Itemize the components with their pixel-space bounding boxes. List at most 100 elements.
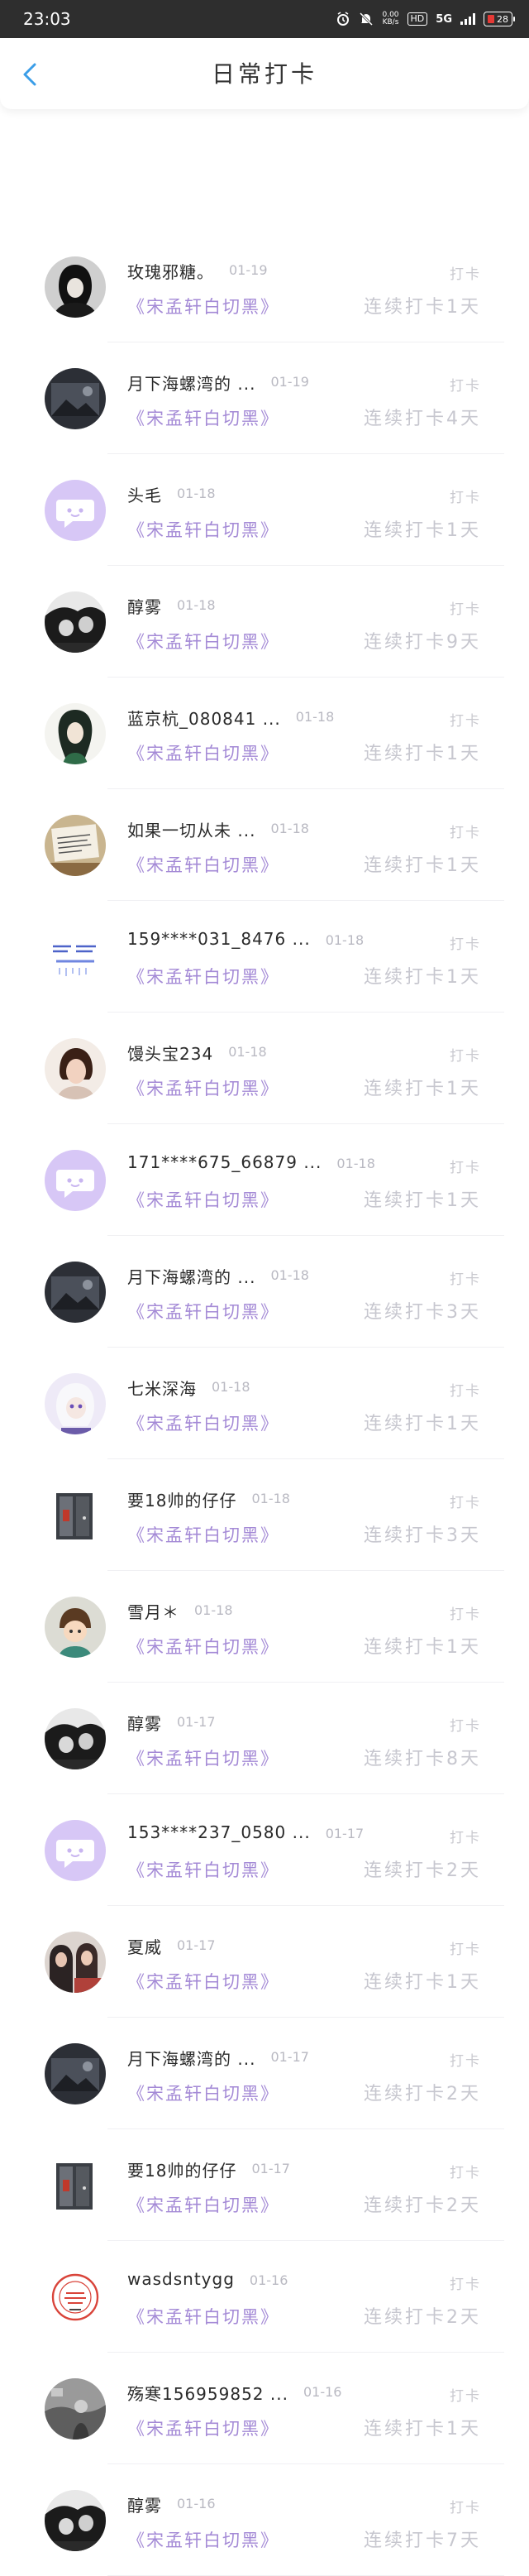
checkin-type: 打卡: [450, 2053, 481, 2070]
streak-count: 连续打卡9天: [364, 632, 481, 653]
user-name: 要18帅的仔仔: [127, 2161, 237, 2181]
checkin-type: 打卡: [450, 490, 481, 506]
checkin-row[interactable]: 171****675_66879 ... 01-18 打卡 《宋孟轩白切黑》 连续打卡1…: [0, 1124, 529, 1236]
streak-count: 连续打卡1天: [364, 855, 481, 876]
streak-count: 连续打卡2天: [364, 2307, 481, 2328]
user-name: 月下海螺湾的 ...: [127, 2049, 256, 2069]
checkin-row[interactable]: 月下海螺湾的 ... 01-17 打卡 《宋孟轩白切黑》 连续打卡2天: [0, 2018, 529, 2129]
book-title-link[interactable]: 《宋孟轩白切黑》: [127, 1745, 279, 1770]
streak-count: 连续打卡1天: [364, 1414, 481, 1434]
user-name: 夏威: [127, 1937, 162, 1957]
book-title-link[interactable]: 《宋孟轩白切黑》: [127, 1299, 279, 1324]
avatar[interactable]: [45, 1038, 106, 1099]
status-bar: 23:03 0.00 KB/s HD 5G 28: [0, 0, 529, 38]
checkin-date: 01-17: [270, 2049, 309, 2065]
checkin-type: 打卡: [450, 2500, 481, 2516]
avatar[interactable]: [45, 1150, 106, 1211]
avatar[interactable]: [45, 1597, 106, 1658]
user-name: 要18帅的仔仔: [127, 1491, 237, 1511]
checkin-type: 打卡: [450, 1495, 481, 1511]
book-title-link[interactable]: 《宋孟轩白切黑》: [127, 405, 279, 430]
checkin-type: 打卡: [450, 1383, 481, 1400]
book-title-link[interactable]: 《宋孟轩白切黑》: [127, 1075, 279, 1100]
avatar[interactable]: [45, 2267, 106, 2328]
checkin-type: 打卡: [450, 936, 481, 953]
book-title-link[interactable]: 《宋孟轩白切黑》: [127, 2080, 279, 2105]
book-title-link[interactable]: 《宋孟轩白切黑》: [127, 1187, 279, 1212]
avatar[interactable]: [45, 2490, 106, 2551]
book-title-link[interactable]: 《宋孟轩白切黑》: [127, 964, 279, 989]
avatar[interactable]: [45, 815, 106, 876]
checkin-row[interactable]: 头毛 01-18 打卡 《宋孟轩白切黑》 连续打卡1天: [0, 454, 529, 566]
book-title-link[interactable]: 《宋孟轩白切黑》: [127, 2416, 279, 2440]
avatar[interactable]: [45, 1262, 106, 1323]
checkin-row[interactable]: 醇雾 01-17 打卡 《宋孟轩白切黑》 连续打卡8天: [0, 1683, 529, 1794]
checkin-row[interactable]: 殇寒156959852 ... 01-16 打卡 《宋孟轩白切黑》 连续打卡1天: [0, 2353, 529, 2464]
checkin-row[interactable]: 要18帅的仔仔 01-18 打卡 《宋孟轩白切黑》 连续打卡3天: [0, 1459, 529, 1571]
book-title-link[interactable]: 《宋孟轩白切黑》: [127, 629, 279, 654]
checkin-row[interactable]: 醇雾 01-18 打卡 《宋孟轩白切黑》 连续打卡9天: [0, 566, 529, 678]
book-title-link[interactable]: 《宋孟轩白切黑》: [127, 1410, 279, 1435]
signal-icon: [460, 13, 475, 25]
avatar[interactable]: [45, 703, 106, 764]
checkin-row[interactable]: 蓝京杭_080841 ... 01-18 打卡 《宋孟轩白切黑》 连续打卡1天: [0, 678, 529, 789]
book-title-link[interactable]: 《宋孟轩白切黑》: [127, 1857, 279, 1882]
avatar[interactable]: [45, 1373, 106, 1434]
checkin-row[interactable]: wasdsntygg 01-16 打卡 《宋孟轩白切黑》 连续打卡2天: [0, 2241, 529, 2353]
checkin-row[interactable]: 159****031_8476 ... 01-18 打卡 《宋孟轩白切黑》 连续打卡1天: [0, 901, 529, 1013]
user-name: wasdsntygg: [127, 2269, 235, 2289]
book-title-link[interactable]: 《宋孟轩白切黑》: [127, 2304, 279, 2329]
checkin-type: 打卡: [450, 825, 481, 841]
avatar[interactable]: [45, 1932, 106, 1993]
checkin-row[interactable]: 雪月＊ 01-18 打卡 《宋孟轩白切黑》 连续打卡1天: [0, 1571, 529, 1683]
checkin-row[interactable]: 七米深海 01-18 打卡 《宋孟轩白切黑》 连续打卡1天: [0, 1348, 529, 1459]
avatar[interactable]: [45, 1820, 106, 1881]
checkin-type: 打卡: [450, 266, 481, 283]
avatar-image: [45, 256, 106, 318]
checkin-row[interactable]: 醇雾 01-16 打卡 《宋孟轩白切黑》 连续打卡7天: [0, 2464, 529, 2576]
streak-count: 连续打卡2天: [364, 2195, 481, 2216]
checkin-type: 打卡: [450, 1718, 481, 1735]
book-title-link[interactable]: 《宋孟轩白切黑》: [127, 1969, 279, 1994]
avatar[interactable]: [45, 480, 106, 541]
streak-count: 连续打卡1天: [364, 297, 481, 318]
avatar[interactable]: [45, 2043, 106, 2104]
checkin-row[interactable]: 月下海螺湾的 ... 01-19 打卡 《宋孟轩白切黑》 连续打卡4天: [0, 342, 529, 454]
mute-icon: [359, 12, 374, 26]
book-title-link[interactable]: 《宋孟轩白切黑》: [127, 2527, 279, 2552]
book-title-link[interactable]: 《宋孟轩白切黑》: [127, 1522, 279, 1547]
avatar-image: [45, 1932, 106, 1993]
avatar[interactable]: [45, 1485, 106, 1546]
checkin-date: 01-18: [325, 932, 365, 948]
avatar[interactable]: [45, 926, 106, 988]
avatar-image: [45, 1038, 106, 1099]
avatar[interactable]: [45, 256, 106, 318]
book-title-link[interactable]: 《宋孟轩白切黑》: [127, 2192, 279, 2217]
battery-icon: 28: [484, 12, 515, 26]
streak-count: 连续打卡1天: [364, 1190, 481, 1211]
network-label: 5G: [436, 12, 452, 26]
book-title-link[interactable]: 《宋孟轩白切黑》: [127, 294, 279, 318]
checkin-row[interactable]: 如果一切从未 ... 01-18 打卡 《宋孟轩白切黑》 连续打卡1天: [0, 789, 529, 901]
checkin-row[interactable]: 要18帅的仔仔 01-17 打卡 《宋孟轩白切黑》 连续打卡2天: [0, 2129, 529, 2241]
user-name: 159****031_8476 ...: [127, 929, 311, 949]
book-title-link[interactable]: 《宋孟轩白切黑》: [127, 1634, 279, 1659]
avatar[interactable]: [45, 2378, 106, 2440]
book-title-link[interactable]: 《宋孟轩白切黑》: [127, 517, 279, 542]
default-avatar-chat-icon: [45, 480, 106, 541]
checkin-row[interactable]: 馒头宝234 01-18 打卡 《宋孟轩白切黑》 连续打卡1天: [0, 1013, 529, 1124]
avatar[interactable]: [45, 1708, 106, 1769]
checkin-row[interactable]: 玫瑰邪糖。 01-19 打卡 《宋孟轩白切黑》 连续打卡1天: [0, 231, 529, 342]
book-title-link[interactable]: 《宋孟轩白切黑》: [127, 852, 279, 877]
avatar[interactable]: [45, 368, 106, 429]
avatar-image: [45, 815, 106, 876]
streak-count: 连续打卡1天: [364, 744, 481, 764]
avatar[interactable]: [45, 2155, 106, 2216]
checkin-row[interactable]: 153****237_0580 ... 01-17 打卡 《宋孟轩白切黑》 连续打卡2天: [0, 1794, 529, 1906]
checkin-row[interactable]: 月下海螺湾的 ... 01-18 打卡 《宋孟轩白切黑》 连续打卡3天: [0, 1236, 529, 1348]
avatar-image: [45, 2267, 106, 2328]
checkin-row[interactable]: 夏威 01-17 打卡 《宋孟轩白切黑》 连续打卡1天: [0, 1906, 529, 2018]
avatar[interactable]: [45, 591, 106, 653]
user-name: 醇雾: [127, 2496, 162, 2516]
book-title-link[interactable]: 《宋孟轩白切黑》: [127, 740, 279, 765]
